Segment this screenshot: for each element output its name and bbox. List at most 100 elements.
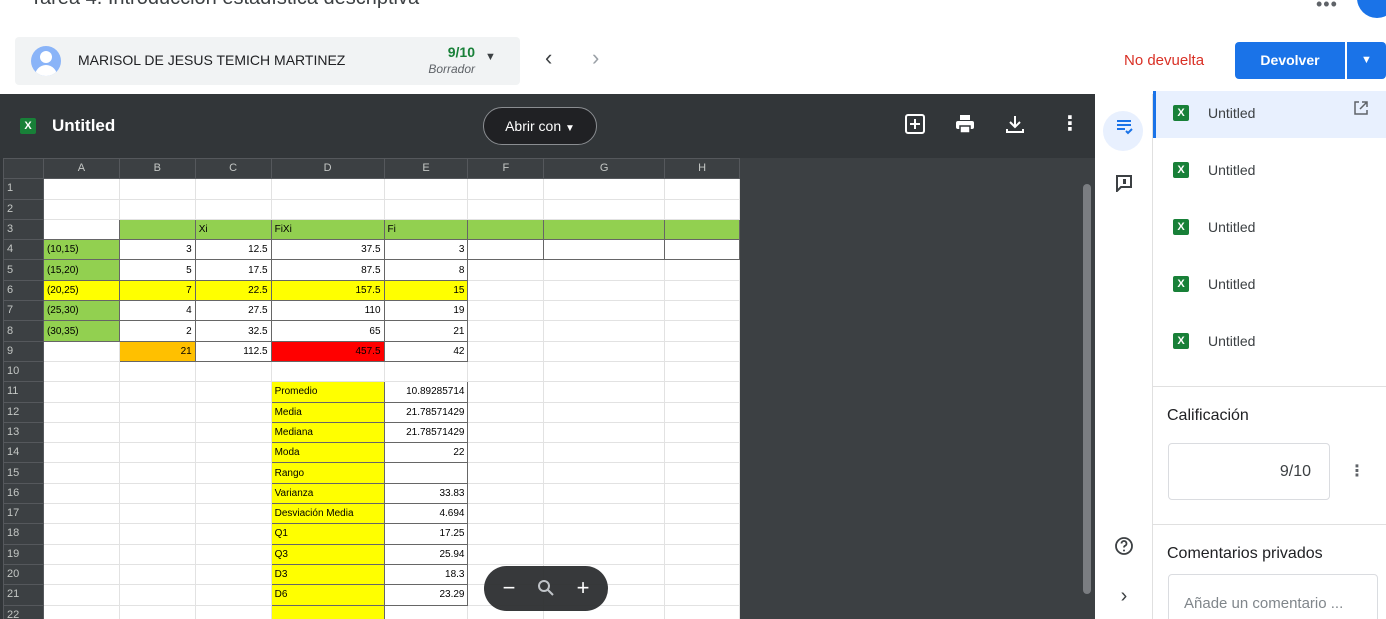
sheet-cell: 37.5 bbox=[270, 239, 385, 261]
assignment-files-icon[interactable] bbox=[1109, 116, 1139, 146]
attachment-name: Untitled bbox=[1208, 162, 1256, 178]
viewer-scrollbar[interactable] bbox=[1083, 184, 1091, 594]
student-name: MARISOL DE JESUS TEMICH MARTINEZ bbox=[78, 52, 346, 68]
next-student-chevron-icon[interactable]: › bbox=[592, 47, 599, 69]
private-comment-input[interactable]: Añade un comentario ... bbox=[1168, 574, 1378, 619]
row-header: 10 bbox=[3, 360, 44, 383]
sheet-cell: Q1 bbox=[270, 523, 385, 545]
print-icon[interactable] bbox=[954, 113, 976, 140]
divider bbox=[1153, 524, 1386, 525]
sheet-cell: Desviación Media bbox=[270, 503, 385, 525]
sheet-cell: 18.3 bbox=[383, 563, 469, 586]
zoom-magnifier-icon[interactable] bbox=[533, 575, 559, 604]
sheet-cell bbox=[42, 503, 120, 525]
sheet-cell bbox=[383, 360, 469, 383]
sheet-cell bbox=[467, 218, 545, 241]
return-dropdown-icon[interactable]: ▼ bbox=[1347, 42, 1386, 79]
sheet-cell bbox=[118, 198, 196, 220]
row-header: 6 bbox=[3, 279, 44, 302]
grade-input[interactable]: 9/10 bbox=[1168, 443, 1330, 500]
sheet-cell: 7 bbox=[118, 279, 196, 302]
more-vert-icon[interactable]: ⋮ bbox=[1060, 113, 1080, 135]
sheet-cell bbox=[664, 239, 740, 261]
sheet-cell: 110 bbox=[270, 300, 385, 322]
sheet-row: 22 bbox=[3, 604, 740, 619]
sheet-cell bbox=[194, 462, 272, 484]
more-vert-icon[interactable]: ⋮ bbox=[1349, 461, 1365, 481]
sheet-cell bbox=[543, 482, 666, 505]
row-header: 14 bbox=[3, 442, 44, 464]
sheet-cell bbox=[194, 604, 272, 619]
zoom-out-icon[interactable]: − bbox=[496, 575, 522, 601]
excel-file-icon: X bbox=[1173, 105, 1189, 121]
sheet-cell bbox=[543, 259, 666, 281]
open-with-button[interactable]: Abrir con ▼ bbox=[483, 107, 597, 145]
sheet-row: 5 (15,20) 5 17.5 87.5 8 bbox=[3, 259, 740, 281]
sheet-row: 20 D3 18.3 bbox=[3, 563, 740, 586]
attachment-name: Untitled bbox=[1208, 219, 1256, 235]
spreadsheet-preview[interactable]: A B C D E F G H 1 2 3 Xi FiXi Fi 4 (10,15) 3 12.5… bbox=[3, 158, 740, 619]
sheet-row: 21 D6 23.29 bbox=[3, 584, 740, 606]
sheet-cell: Xi bbox=[194, 218, 272, 241]
sheet-cell: 65 bbox=[270, 320, 385, 342]
column-header: A bbox=[42, 158, 120, 180]
row-header: 9 bbox=[3, 340, 44, 362]
sheet-cell: 112.5 bbox=[194, 340, 272, 362]
sheet-cell bbox=[664, 218, 740, 241]
add-comment-box-icon[interactable] bbox=[904, 113, 926, 140]
attachment-item[interactable]: X Untitled bbox=[1153, 148, 1386, 195]
sheet-row: 19 Q3 25.94 bbox=[3, 543, 740, 565]
sheet-cell: Rango bbox=[270, 462, 385, 484]
row-header: 17 bbox=[3, 503, 44, 525]
sheet-cell bbox=[664, 320, 740, 342]
comment-feedback-icon[interactable] bbox=[1109, 172, 1139, 202]
sheet-cell bbox=[664, 482, 740, 505]
sheet-cell: 12.5 bbox=[194, 239, 272, 261]
sheet-cell bbox=[664, 563, 740, 586]
sheet-cell bbox=[664, 340, 740, 362]
sheet-cell: (30,35) bbox=[42, 320, 120, 342]
expand-chevron-right-icon[interactable]: › bbox=[1109, 581, 1139, 611]
zoom-in-icon[interactable]: + bbox=[570, 575, 596, 601]
student-selector[interactable]: MARISOL DE JESUS TEMICH MARTINEZ 9/10 Bo… bbox=[15, 37, 520, 85]
sheet-row: 16 Varianza 33.83 bbox=[3, 482, 740, 505]
sheet-cell bbox=[42, 340, 120, 362]
dropdown-arrow-icon[interactable]: ▼ bbox=[485, 51, 496, 63]
return-button[interactable]: Devolver bbox=[1235, 42, 1345, 79]
sheet-cell: 19 bbox=[383, 300, 469, 322]
sheet-cell: (20,25) bbox=[42, 279, 120, 302]
account-avatar[interactable] bbox=[1357, 0, 1386, 18]
private-comments-label: Comentarios privados bbox=[1167, 545, 1323, 562]
open-in-new-icon[interactable] bbox=[1354, 101, 1368, 119]
sheet-cell bbox=[664, 543, 740, 565]
attachment-item[interactable]: X Untitled bbox=[1153, 319, 1386, 366]
attachment-item[interactable]: X Untitled bbox=[1153, 91, 1386, 138]
sheet-cell: 3 bbox=[118, 239, 196, 261]
excel-file-icon: X bbox=[1173, 276, 1189, 292]
sheet-cell bbox=[42, 218, 120, 241]
help-icon[interactable] bbox=[1109, 536, 1139, 566]
viewer-background bbox=[740, 158, 1095, 619]
sheet-cell bbox=[118, 421, 196, 444]
attachment-item[interactable]: X Untitled bbox=[1153, 262, 1386, 309]
sheet-cell bbox=[194, 421, 272, 444]
row-header: 12 bbox=[3, 401, 44, 423]
attachment-item[interactable]: X Untitled bbox=[1153, 205, 1386, 252]
sheet-cell bbox=[664, 279, 740, 302]
sheet-cell: 15 bbox=[383, 279, 469, 302]
sheet-cell bbox=[270, 178, 385, 200]
attachment-name: Untitled bbox=[1208, 333, 1256, 349]
sheet-cell bbox=[543, 218, 666, 241]
sheet-row: 10 bbox=[3, 360, 740, 383]
download-icon[interactable] bbox=[1004, 113, 1026, 140]
sheet-cell bbox=[118, 543, 196, 565]
more-horiz-icon[interactable]: ••• bbox=[1316, 0, 1338, 15]
sheet-cell: Promedio bbox=[270, 381, 385, 403]
previous-student-chevron-icon[interactable]: ‹ bbox=[545, 47, 552, 69]
sheet-cell bbox=[467, 259, 545, 281]
attachment-name: Untitled bbox=[1208, 105, 1256, 121]
sheet-cell bbox=[543, 279, 666, 302]
sheet-cell bbox=[42, 523, 120, 545]
student-grade: 9/10 bbox=[447, 44, 475, 60]
row-header: 22 bbox=[3, 604, 44, 619]
